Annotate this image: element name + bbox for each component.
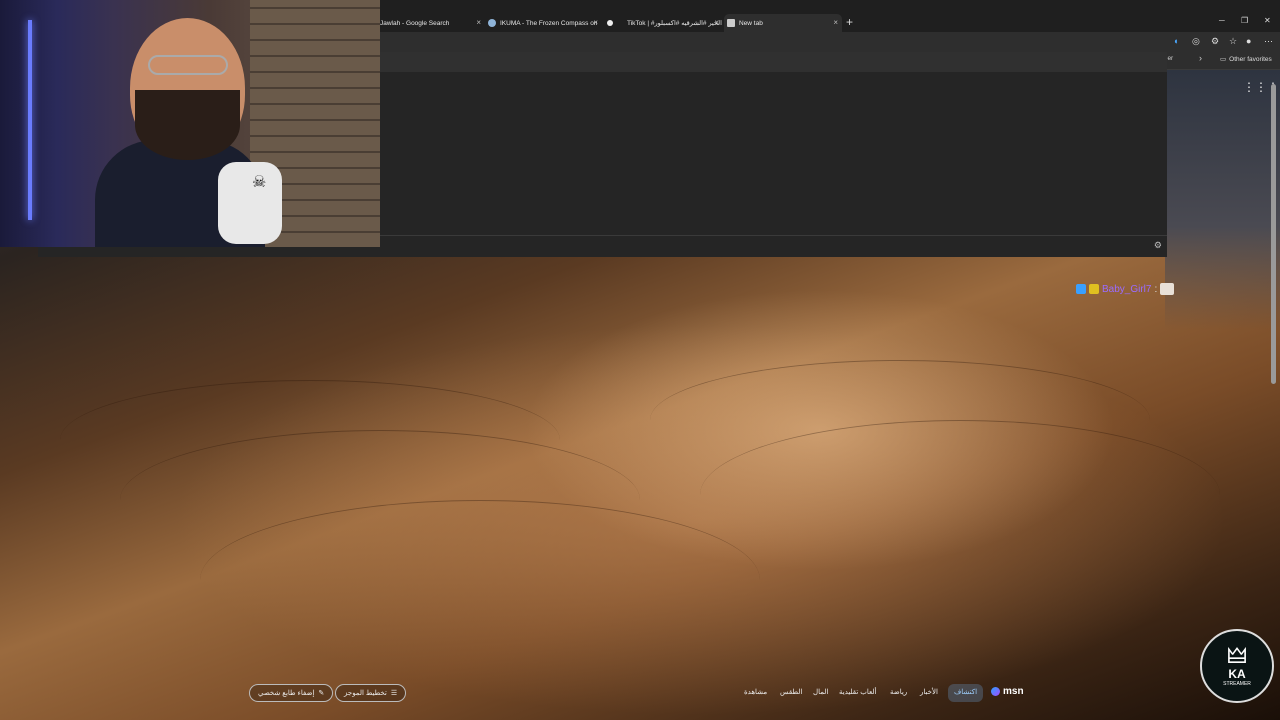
sand-ripple xyxy=(200,500,760,660)
glasses xyxy=(148,55,228,75)
nav-money[interactable]: المال xyxy=(813,688,828,696)
layout-icon: ☰ xyxy=(390,690,398,697)
steam-icon xyxy=(488,19,496,27)
new-tab-button[interactable]: + xyxy=(846,15,853,29)
subscriber-badge-icon xyxy=(1076,284,1086,294)
microphone xyxy=(218,162,282,244)
nav-news[interactable]: الأخبار xyxy=(920,688,938,696)
webcam-overlay: ☠ xyxy=(0,0,380,247)
tab-new-tab[interactable]: New tab × xyxy=(724,14,842,32)
more-menu-icon[interactable]: ⋯ xyxy=(1264,36,1273,47)
nav-discover[interactable]: اكتشاف xyxy=(948,684,984,702)
close-tab-icon[interactable]: × xyxy=(714,18,719,27)
streamer-logo-subtext: STREAMER xyxy=(1223,681,1251,687)
tab-tiktok[interactable]: TikTok | #الخير #الشرقيه #اكسبلور × xyxy=(605,14,723,32)
tab-title: TikTok | #الخير #الشرقيه #اكسبلور xyxy=(627,20,722,27)
nav-sports[interactable]: رياضة xyxy=(890,688,907,696)
address-suggestion-panel: ⚙ xyxy=(380,52,1167,257)
close-window-icon[interactable]: ✕ xyxy=(1264,16,1271,25)
neon-light xyxy=(28,20,32,220)
close-tab-icon[interactable]: × xyxy=(476,18,481,27)
extensions-icon[interactable]: ⚙ xyxy=(1211,36,1219,47)
nav-watch[interactable]: مشاهدة xyxy=(744,688,767,696)
feed-layout-label: تخطيط الموجز xyxy=(344,690,387,697)
tab-steam[interactable]: IKUMA - The Frozen Compass on × xyxy=(486,14,602,32)
gear-icon[interactable]: ⚙ xyxy=(1154,240,1162,251)
copilot-icon[interactable]: ◎ xyxy=(1192,36,1200,47)
favorites-overflow-chevron-icon[interactable]: › xyxy=(1199,53,1202,63)
suggestion-panel-footer: ⚙ xyxy=(380,235,1167,257)
favorite-item[interactable]: ler xyxy=(1166,55,1173,62)
feed-layout-button[interactable]: تخطيط الموجز ☰ xyxy=(335,684,407,702)
nav-weather[interactable]: الطقس xyxy=(780,688,802,696)
tab-title: IKUMA - The Frozen Compass on xyxy=(500,19,598,27)
msn-logo-text: msn xyxy=(1003,686,1024,697)
personalize-button[interactable]: إضفاء طابع شخصي ✎ xyxy=(249,684,334,702)
msn-logo-icon xyxy=(991,687,1000,696)
chat-message: Baby_Girl7 : xyxy=(1076,283,1175,295)
streamer-beard xyxy=(135,90,240,160)
minimize-icon[interactable]: ─ xyxy=(1219,16,1225,25)
streamer-logo-text: KA xyxy=(1228,667,1246,681)
nav-classic-games[interactable]: ألعاب تقليدية xyxy=(839,688,876,696)
restore-icon[interactable]: ❐ xyxy=(1241,16,1248,25)
eagle-icon: 🜲 xyxy=(1226,643,1248,668)
streamer-logo-badge: 🜲 KA STREAMER xyxy=(1200,629,1274,703)
personalize-label: إضفاء طابع شخصي xyxy=(258,690,315,697)
tab-google-search[interactable]: Jawlah - Google Search × xyxy=(380,14,485,32)
msn-bottom-bar: إضفاء طابع شخصي ✎ تخطيط الموجز ☰ مشاهدة … xyxy=(240,682,1030,704)
scrollbar-thumb[interactable] xyxy=(1271,84,1276,384)
tiktok-icon xyxy=(607,20,613,26)
vip-badge-icon xyxy=(1089,284,1099,294)
skull-logo-icon: ☠ xyxy=(252,174,267,191)
night-sky-region xyxy=(1165,70,1280,330)
close-tab-icon[interactable]: × xyxy=(593,18,598,27)
tab-title: Jawlah - Google Search xyxy=(380,19,450,27)
read-aloud-icon[interactable]: ◖ xyxy=(1173,36,1178,46)
close-tab-icon[interactable]: × xyxy=(833,18,838,27)
address-bar-input[interactable] xyxy=(380,52,1167,72)
page-scrollbar[interactable] xyxy=(1271,74,1276,674)
msn-logo[interactable]: msn xyxy=(991,686,1024,697)
emote-icon xyxy=(1160,283,1175,295)
tab-title: New tab xyxy=(739,19,763,27)
profile-icon[interactable]: ● xyxy=(1246,36,1251,46)
sand-ripple xyxy=(700,420,1220,570)
other-favorites-label: Other favorites xyxy=(1229,55,1272,63)
chat-separator: : xyxy=(1154,283,1158,295)
chat-username: Baby_Girl7 xyxy=(1102,283,1152,295)
personalize-icon: ✎ xyxy=(318,690,325,697)
favorites-star-icon[interactable]: ☆ xyxy=(1229,36,1237,47)
folder-icon: ▭ xyxy=(1220,56,1227,63)
new-tab-page-icon xyxy=(727,19,735,27)
other-favorites-folder[interactable]: ▭ Other favorites xyxy=(1220,55,1272,64)
